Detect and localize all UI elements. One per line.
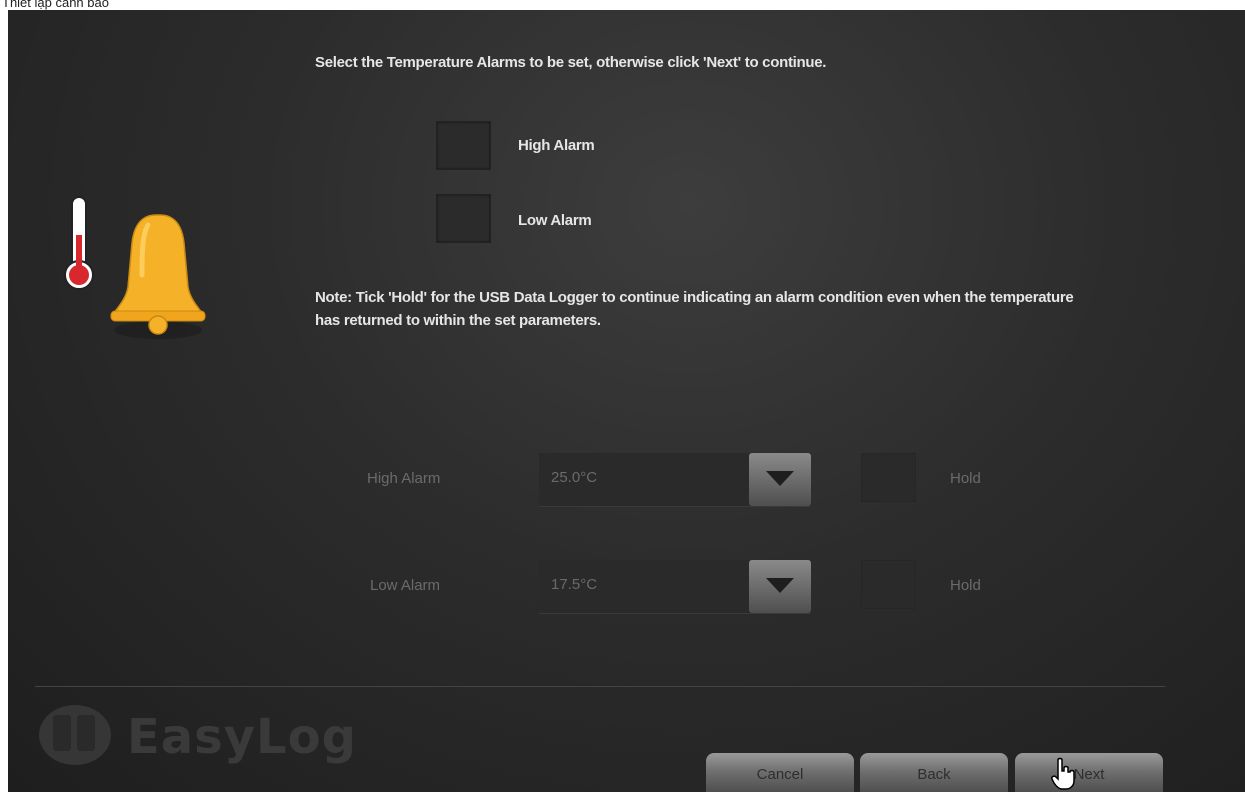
high-alarm-hold-label: Hold <box>950 470 981 487</box>
low-alarm-hold-checkbox[interactable] <box>861 560 916 609</box>
cancel-button-label: Cancel <box>756 766 804 783</box>
alarm-setup-panel: Select the Temperature Alarms to be set,… <box>8 10 1245 792</box>
low-alarm-setting-label: Low Alarm <box>370 577 441 594</box>
cancel-button[interactable]: Cancel <box>706 753 854 792</box>
chevron-down-icon[interactable] <box>749 560 811 613</box>
easylog-logo: EasyLog <box>35 705 356 775</box>
low-alarm-checkbox-label: Low Alarm <box>518 212 592 229</box>
high-alarm-setting-label: High Alarm <box>367 470 441 487</box>
low-alarm-checkbox[interactable] <box>436 194 491 243</box>
high-alarm-hold-checkbox[interactable] <box>861 453 916 502</box>
back-button[interactable]: Back <box>860 753 1008 792</box>
next-button-label: Next <box>1073 766 1105 783</box>
high-alarm-value: 25.0°C <box>551 469 598 486</box>
high-alarm-checkbox[interactable] <box>436 121 491 170</box>
low-alarm-value-select[interactable]: 17.5°C <box>539 560 811 614</box>
chevron-down-icon[interactable] <box>749 453 811 506</box>
high-alarm-checkbox-label: High Alarm <box>518 137 595 154</box>
thermometer-bell-icon <box>56 195 206 345</box>
high-alarm-value-select[interactable]: 25.0°C <box>539 453 811 507</box>
hand-pointer-icon <box>1051 757 1075 790</box>
intro-text: Select the Temperature Alarms to be set,… <box>315 54 827 71</box>
hold-note-text: Note: Tick 'Hold' for the USB Data Logge… <box>315 289 1074 329</box>
easylog-logo-icon <box>39 705 111 765</box>
next-button[interactable]: Next <box>1015 753 1163 792</box>
footer-divider <box>35 686 1165 687</box>
easylog-logo-text: EasyLog <box>127 709 357 765</box>
low-alarm-hold-label: Hold <box>950 577 981 594</box>
back-button-label: Back <box>917 766 951 783</box>
window-caption: Thiết lập cảnh báo <box>2 0 109 10</box>
low-alarm-value: 17.5°C <box>551 576 598 593</box>
